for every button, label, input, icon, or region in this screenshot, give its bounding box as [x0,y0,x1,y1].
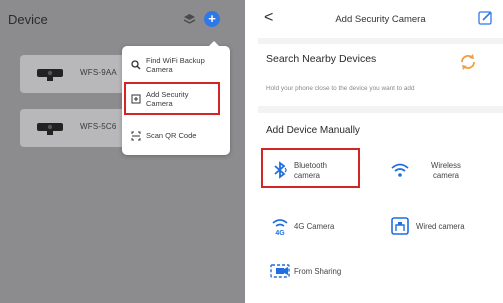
device-list-screen: Device + WFS-9AA WFS-5C6 Find WiFi Backu… [0,0,245,303]
search-nearby-card[interactable]: Search Nearby Devices Hold your phone cl… [258,44,503,106]
scan-icon [131,131,141,141]
menu-item-label: Scan QR Code [146,131,197,140]
page-title: Add Security Camera [335,14,426,25]
option-label: From Sharing [294,267,342,276]
wired-icon [391,217,409,235]
nav-bar: < Add Security Camera [258,0,503,38]
4g-icon: 4G [272,219,288,236]
sharing-icon [270,264,290,278]
page-title: Device [8,12,48,27]
camera-device-icon [37,123,63,135]
menu-item-find-wifi-backup[interactable]: Find WiFi Backup Camera [122,50,230,80]
add-manually-title: Add Device Manually [266,125,360,136]
option-label: Wireless camera [431,161,461,180]
option-label: 4G Camera [294,222,335,231]
layers-icon[interactable] [183,13,196,25]
svg-text:4G: 4G [275,230,285,236]
add-manually-card: Add Device Manually Bluetooth camera Wir… [258,113,503,303]
search-nearby-hint: Hold your phone close to the device you … [266,85,415,92]
menu-item-label: Find WiFi Backup Camera [146,56,205,74]
wifi-icon [391,163,409,177]
option-from-sharing[interactable]: From Sharing [270,261,365,285]
search-nearby-title: Search Nearby Devices [266,53,377,65]
add-device-icon[interactable]: + [204,11,220,27]
option-label: Wired camera [416,222,465,231]
menu-item-scan-qr[interactable]: Scan QR Code [122,121,230,151]
edit-icon[interactable] [478,10,493,25]
device-name: WFS-9AA [80,68,117,77]
screenshot-root: Device + WFS-9AA WFS-5C6 Find WiFi Backu… [0,0,503,303]
highlight-box [261,148,360,188]
add-security-camera-screen: < Add Security Camera Search Nearby Devi… [258,0,503,303]
option-wired-camera[interactable]: Wired camera [390,216,490,240]
device-name: WFS-5C6 [80,122,117,131]
highlight-box [124,82,220,115]
refresh-icon[interactable] [458,52,478,72]
search-icon [131,60,141,70]
option-4g-camera[interactable]: 4G 4G Camera [270,216,355,240]
option-wireless-camera[interactable]: Wireless camera [390,160,490,184]
camera-device-icon [37,69,63,81]
